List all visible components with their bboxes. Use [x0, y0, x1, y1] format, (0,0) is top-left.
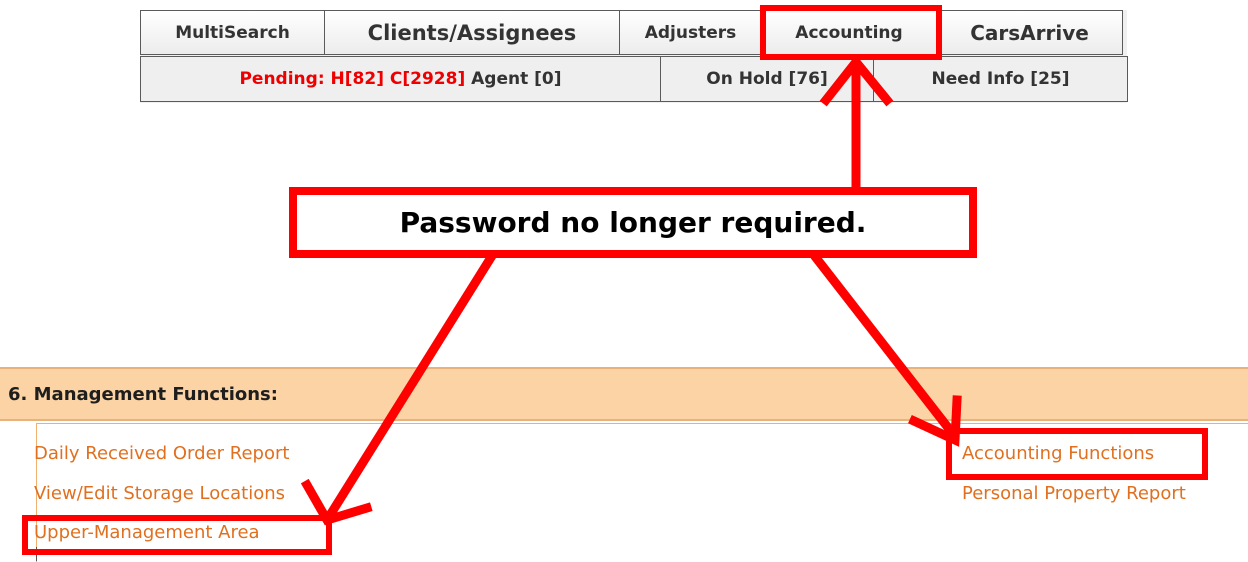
password-callout: Password no longer required. [289, 187, 977, 258]
callout-text: Password no longer required. [399, 206, 867, 239]
top-navigation: MultiSearch Clients/Assignees Adjusters … [140, 10, 1128, 103]
management-functions-header: 6. Management Functions: [0, 367, 1248, 421]
need-info-link[interactable]: Need Info [25] [873, 56, 1128, 102]
accounting-functions-highlight [946, 428, 1208, 480]
agent-count: Agent [0] [471, 69, 562, 89]
pending-status-link[interactable]: Pending: H[82] C[2928] Agent [0] [140, 56, 661, 102]
tab-clients-assignees[interactable]: Clients/Assignees [324, 10, 620, 55]
view-edit-storage-locations-link[interactable]: View/Edit Storage Locations [34, 483, 285, 504]
upper-management-highlight [22, 515, 332, 555]
tab-multisearch[interactable]: MultiSearch [140, 10, 325, 55]
tab-carsarrive[interactable]: CarsArrive [936, 10, 1123, 55]
personal-property-report-link[interactable]: Personal Property Report [962, 483, 1186, 504]
tab-adjusters[interactable]: Adjusters [619, 10, 762, 55]
nav-tab-row: MultiSearch Clients/Assignees Adjusters … [140, 10, 1123, 55]
accounting-tab-highlight [760, 5, 942, 60]
daily-received-order-report-link[interactable]: Daily Received Order Report [34, 443, 289, 464]
on-hold-link[interactable]: On Hold [76] [660, 56, 874, 102]
pending-count: Pending: H[82] C[2928] [239, 69, 466, 89]
nav-status-row: Pending: H[82] C[2928] Agent [0] On Hold… [140, 56, 1128, 102]
